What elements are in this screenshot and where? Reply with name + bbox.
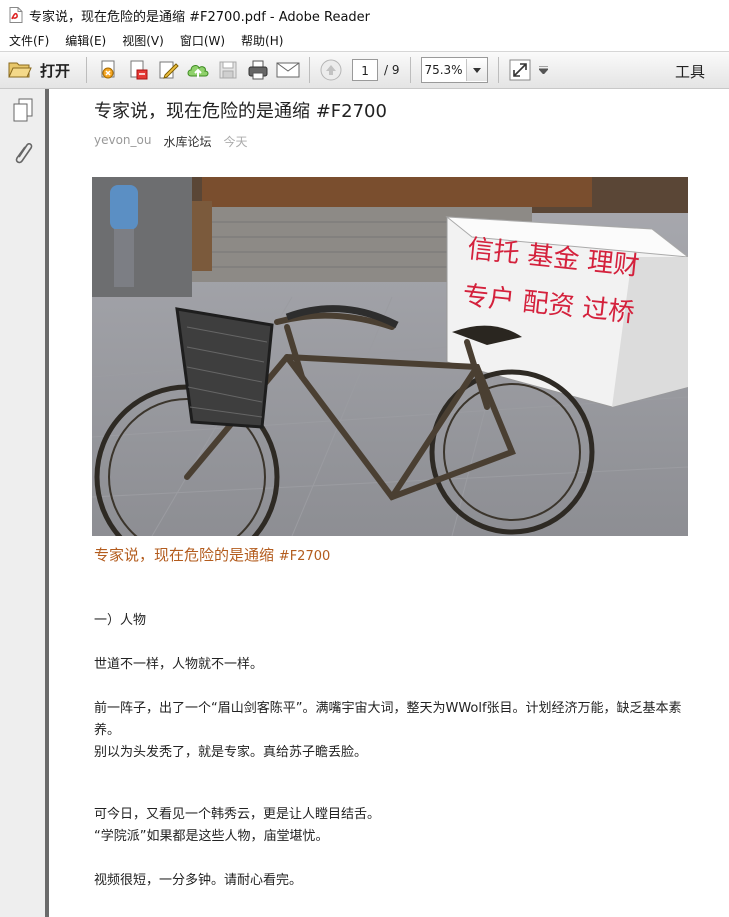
arrow-up-icon	[320, 59, 342, 81]
title-bar: 专家说，现在危险的是通缩 #F2700.pdf - Adobe Reader	[0, 0, 729, 30]
open-label: 打开	[40, 61, 71, 80]
edit-document-icon	[159, 61, 179, 79]
folder-icon	[8, 59, 32, 82]
paragraph-4: 可今日，又看见一个韩秀云，更是让人瞠目结舌。	[94, 807, 381, 822]
paragraph-3: 别以为头发秃了，就是专家。真给苏子瞻丢脸。	[94, 745, 368, 760]
zoom-select[interactable]: 75.3%	[420, 57, 488, 83]
envelope-icon	[276, 62, 300, 78]
toolbar-separator	[409, 57, 411, 83]
print-button[interactable]	[245, 57, 271, 83]
toolbar-separator	[497, 57, 499, 83]
toolbar-separator	[309, 57, 311, 83]
menu-view[interactable]: 视图(V)	[115, 32, 171, 49]
menu-help[interactable]: 帮助(H)	[234, 32, 290, 49]
attachments-button[interactable]	[0, 131, 45, 173]
menu-file[interactable]: 文件(F)	[2, 32, 56, 49]
cloud-upload-icon	[187, 65, 209, 78]
menu-bar: 文件(F) 编辑(E) 视图(V) 窗口(W) 帮助(H)	[0, 30, 729, 52]
create-pdf-button[interactable]	[95, 57, 121, 83]
tools-button[interactable]: 工具	[675, 61, 705, 82]
open-button[interactable]: 打开	[8, 56, 80, 84]
zoom-dropdown[interactable]	[465, 59, 487, 81]
edit-pdf-button[interactable]	[155, 57, 181, 83]
fit-window-button[interactable]	[507, 57, 533, 83]
toolbar-options-button[interactable]	[537, 57, 551, 83]
menu-edit[interactable]: 编辑(E)	[58, 32, 113, 49]
toolbar-separator	[86, 57, 88, 83]
upload-button[interactable]	[185, 57, 211, 83]
caption-tag: #F2700	[278, 549, 331, 564]
pages-icon	[13, 98, 32, 122]
toolbar: 打开 1 / 9 75.3% 工具	[0, 52, 729, 89]
export-pdf-button[interactable]	[125, 57, 151, 83]
page-thumbnails-button[interactable]	[0, 89, 45, 131]
save-button[interactable]	[215, 57, 241, 83]
page-total: / 9	[384, 63, 400, 77]
dropdown-arrow-icon	[472, 67, 481, 73]
photo-caption: 专家说，现在危险的是通缩 #F2700	[94, 544, 330, 565]
pdf-file-icon	[9, 7, 23, 23]
navigation-pane	[0, 89, 46, 917]
publish-date: 今天	[223, 135, 248, 149]
printer-icon	[248, 60, 268, 80]
paragraph-2: 前一阵子，出了一个“眉山剑客陈平”。满嘴宇宙大词，整天为WWolf张目。计划经济…	[94, 701, 682, 738]
menu-window[interactable]: 窗口(W)	[173, 32, 232, 49]
document-page: 专家说，现在危险的是通缩 #F2700 yevon_ou 水库论坛 今天 信托 …	[49, 89, 729, 917]
previous-page-button[interactable]	[318, 57, 344, 83]
article-title: 专家说，现在危险的是通缩 #F2700	[94, 101, 387, 122]
paragraph-5: “学院派”如果都是这些人物，庙堂堪忧。	[94, 829, 329, 844]
zoom-value: 75.3%	[424, 63, 463, 77]
paragraph-6: 视频很短，一分多钟。请耐心看完。	[94, 873, 303, 888]
caption-text: 专家说，现在危险的是通缩	[94, 546, 275, 564]
chevron-down-icon	[539, 66, 549, 74]
author-name: yevon_ou	[94, 133, 152, 147]
section-heading: 一）人物	[94, 613, 147, 628]
source-name: 水库论坛	[163, 135, 212, 149]
page-number-input[interactable]: 1	[352, 59, 379, 81]
window-title: 专家说，现在危险的是通缩 #F2700.pdf - Adobe Reader	[29, 9, 371, 25]
article-photo: 信托 基金 理财 专户 配资 过桥	[92, 177, 688, 536]
expand-icon	[509, 59, 531, 81]
export-pdf-icon	[130, 60, 148, 80]
paragraph-1: 世道不一样，人物就不一样。	[94, 657, 264, 672]
create-pdf-icon	[101, 60, 115, 79]
article-meta: yevon_ou 水库论坛 今天	[94, 133, 248, 150]
save-icon	[219, 61, 237, 79]
email-button[interactable]	[275, 57, 301, 83]
paperclip-icon	[15, 142, 32, 164]
